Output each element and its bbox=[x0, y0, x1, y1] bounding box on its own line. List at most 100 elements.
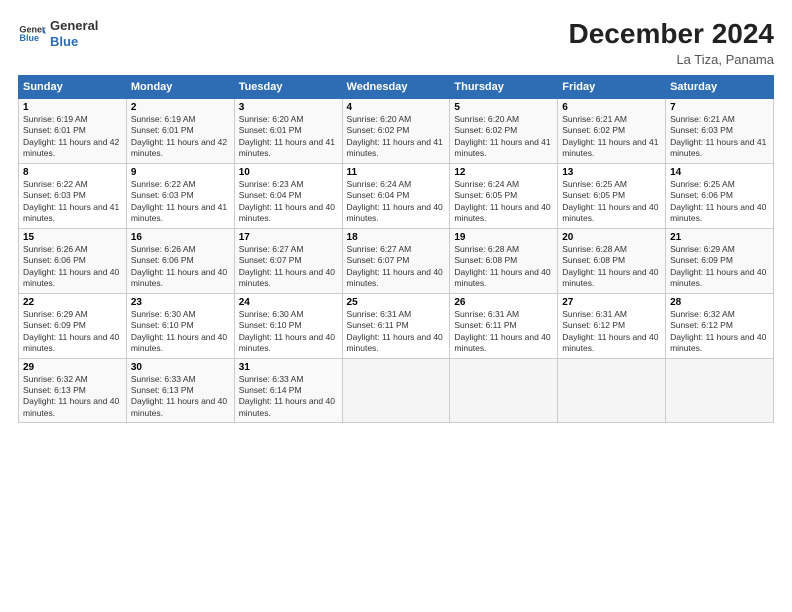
day-info: Sunrise: 6:19 AM Sunset: 6:01 PM Dayligh… bbox=[131, 114, 230, 160]
table-cell bbox=[342, 358, 450, 423]
day-info: Sunrise: 6:28 AM Sunset: 6:08 PM Dayligh… bbox=[454, 244, 553, 290]
table-cell: 4 Sunrise: 6:20 AM Sunset: 6:02 PM Dayli… bbox=[342, 99, 450, 164]
day-number: 26 bbox=[454, 297, 553, 308]
day-number: 18 bbox=[347, 232, 446, 243]
logo-blue: Blue bbox=[50, 34, 98, 50]
day-info: Sunrise: 6:30 AM Sunset: 6:10 PM Dayligh… bbox=[131, 309, 230, 355]
calendar-page: General Blue General Blue December 2024 … bbox=[0, 0, 792, 612]
day-info: Sunrise: 6:31 AM Sunset: 6:12 PM Dayligh… bbox=[562, 309, 661, 355]
day-info: Sunrise: 6:26 AM Sunset: 6:06 PM Dayligh… bbox=[23, 244, 122, 290]
day-info: Sunrise: 6:19 AM Sunset: 6:01 PM Dayligh… bbox=[23, 114, 122, 160]
table-cell: 11 Sunrise: 6:24 AM Sunset: 6:04 PM Dayl… bbox=[342, 163, 450, 228]
table-cell: 24 Sunrise: 6:30 AM Sunset: 6:10 PM Dayl… bbox=[234, 293, 342, 358]
day-info: Sunrise: 6:20 AM Sunset: 6:02 PM Dayligh… bbox=[454, 114, 553, 160]
day-number: 31 bbox=[239, 362, 338, 373]
table-cell: 26 Sunrise: 6:31 AM Sunset: 6:11 PM Dayl… bbox=[450, 293, 558, 358]
col-friday: Friday bbox=[558, 76, 666, 99]
col-monday: Monday bbox=[126, 76, 234, 99]
table-row: 29 Sunrise: 6:32 AM Sunset: 6:13 PM Dayl… bbox=[19, 358, 774, 423]
day-info: Sunrise: 6:24 AM Sunset: 6:04 PM Dayligh… bbox=[347, 179, 446, 225]
day-number: 2 bbox=[131, 102, 230, 113]
day-number: 5 bbox=[454, 102, 553, 113]
day-info: Sunrise: 6:29 AM Sunset: 6:09 PM Dayligh… bbox=[23, 309, 122, 355]
table-cell: 9 Sunrise: 6:22 AM Sunset: 6:03 PM Dayli… bbox=[126, 163, 234, 228]
day-info: Sunrise: 6:21 AM Sunset: 6:02 PM Dayligh… bbox=[562, 114, 661, 160]
day-number: 7 bbox=[670, 102, 769, 113]
table-cell: 21 Sunrise: 6:29 AM Sunset: 6:09 PM Dayl… bbox=[666, 228, 774, 293]
day-info: Sunrise: 6:25 AM Sunset: 6:05 PM Dayligh… bbox=[562, 179, 661, 225]
header: General Blue General Blue December 2024 … bbox=[18, 18, 774, 67]
title-block: December 2024 La Tiza, Panama bbox=[569, 18, 774, 67]
calendar-table: Sunday Monday Tuesday Wednesday Thursday… bbox=[18, 75, 774, 423]
table-row: 15 Sunrise: 6:26 AM Sunset: 6:06 PM Dayl… bbox=[19, 228, 774, 293]
day-number: 20 bbox=[562, 232, 661, 243]
day-number: 11 bbox=[347, 167, 446, 178]
table-row: 8 Sunrise: 6:22 AM Sunset: 6:03 PM Dayli… bbox=[19, 163, 774, 228]
table-cell bbox=[666, 358, 774, 423]
table-cell: 1 Sunrise: 6:19 AM Sunset: 6:01 PM Dayli… bbox=[19, 99, 127, 164]
day-info: Sunrise: 6:22 AM Sunset: 6:03 PM Dayligh… bbox=[23, 179, 122, 225]
day-info: Sunrise: 6:28 AM Sunset: 6:08 PM Dayligh… bbox=[562, 244, 661, 290]
table-cell: 17 Sunrise: 6:27 AM Sunset: 6:07 PM Dayl… bbox=[234, 228, 342, 293]
day-info: Sunrise: 6:27 AM Sunset: 6:07 PM Dayligh… bbox=[347, 244, 446, 290]
day-info: Sunrise: 6:31 AM Sunset: 6:11 PM Dayligh… bbox=[347, 309, 446, 355]
table-cell bbox=[450, 358, 558, 423]
table-cell: 29 Sunrise: 6:32 AM Sunset: 6:13 PM Dayl… bbox=[19, 358, 127, 423]
table-cell: 16 Sunrise: 6:26 AM Sunset: 6:06 PM Dayl… bbox=[126, 228, 234, 293]
logo: General Blue General Blue bbox=[18, 18, 98, 49]
day-info: Sunrise: 6:24 AM Sunset: 6:05 PM Dayligh… bbox=[454, 179, 553, 225]
day-number: 1 bbox=[23, 102, 122, 113]
day-number: 28 bbox=[670, 297, 769, 308]
day-number: 4 bbox=[347, 102, 446, 113]
day-number: 30 bbox=[131, 362, 230, 373]
table-cell: 7 Sunrise: 6:21 AM Sunset: 6:03 PM Dayli… bbox=[666, 99, 774, 164]
table-cell: 6 Sunrise: 6:21 AM Sunset: 6:02 PM Dayli… bbox=[558, 99, 666, 164]
day-info: Sunrise: 6:31 AM Sunset: 6:11 PM Dayligh… bbox=[454, 309, 553, 355]
table-row: 1 Sunrise: 6:19 AM Sunset: 6:01 PM Dayli… bbox=[19, 99, 774, 164]
day-info: Sunrise: 6:32 AM Sunset: 6:13 PM Dayligh… bbox=[23, 374, 122, 420]
day-info: Sunrise: 6:25 AM Sunset: 6:06 PM Dayligh… bbox=[670, 179, 769, 225]
table-cell: 10 Sunrise: 6:23 AM Sunset: 6:04 PM Dayl… bbox=[234, 163, 342, 228]
col-sunday: Sunday bbox=[19, 76, 127, 99]
logo-icon: General Blue bbox=[18, 20, 46, 48]
logo-general: General bbox=[50, 18, 98, 34]
col-wednesday: Wednesday bbox=[342, 76, 450, 99]
day-info: Sunrise: 6:29 AM Sunset: 6:09 PM Dayligh… bbox=[670, 244, 769, 290]
day-number: 21 bbox=[670, 232, 769, 243]
month-title: December 2024 bbox=[569, 18, 774, 50]
table-cell: 14 Sunrise: 6:25 AM Sunset: 6:06 PM Dayl… bbox=[666, 163, 774, 228]
day-info: Sunrise: 6:27 AM Sunset: 6:07 PM Dayligh… bbox=[239, 244, 338, 290]
table-cell: 23 Sunrise: 6:30 AM Sunset: 6:10 PM Dayl… bbox=[126, 293, 234, 358]
location: La Tiza, Panama bbox=[569, 52, 774, 67]
day-info: Sunrise: 6:23 AM Sunset: 6:04 PM Dayligh… bbox=[239, 179, 338, 225]
day-number: 22 bbox=[23, 297, 122, 308]
table-cell: 28 Sunrise: 6:32 AM Sunset: 6:12 PM Dayl… bbox=[666, 293, 774, 358]
day-info: Sunrise: 6:20 AM Sunset: 6:01 PM Dayligh… bbox=[239, 114, 338, 160]
day-info: Sunrise: 6:32 AM Sunset: 6:12 PM Dayligh… bbox=[670, 309, 769, 355]
table-cell: 18 Sunrise: 6:27 AM Sunset: 6:07 PM Dayl… bbox=[342, 228, 450, 293]
day-number: 17 bbox=[239, 232, 338, 243]
day-number: 25 bbox=[347, 297, 446, 308]
table-cell: 20 Sunrise: 6:28 AM Sunset: 6:08 PM Dayl… bbox=[558, 228, 666, 293]
table-cell: 3 Sunrise: 6:20 AM Sunset: 6:01 PM Dayli… bbox=[234, 99, 342, 164]
table-cell: 30 Sunrise: 6:33 AM Sunset: 6:13 PM Dayl… bbox=[126, 358, 234, 423]
table-cell: 13 Sunrise: 6:25 AM Sunset: 6:05 PM Dayl… bbox=[558, 163, 666, 228]
svg-text:Blue: Blue bbox=[19, 33, 39, 43]
day-number: 10 bbox=[239, 167, 338, 178]
col-tuesday: Tuesday bbox=[234, 76, 342, 99]
day-number: 9 bbox=[131, 167, 230, 178]
day-number: 3 bbox=[239, 102, 338, 113]
day-info: Sunrise: 6:33 AM Sunset: 6:13 PM Dayligh… bbox=[131, 374, 230, 420]
day-number: 6 bbox=[562, 102, 661, 113]
table-cell: 22 Sunrise: 6:29 AM Sunset: 6:09 PM Dayl… bbox=[19, 293, 127, 358]
day-number: 19 bbox=[454, 232, 553, 243]
day-number: 14 bbox=[670, 167, 769, 178]
header-row: Sunday Monday Tuesday Wednesday Thursday… bbox=[19, 76, 774, 99]
day-number: 29 bbox=[23, 362, 122, 373]
table-cell: 2 Sunrise: 6:19 AM Sunset: 6:01 PM Dayli… bbox=[126, 99, 234, 164]
day-number: 16 bbox=[131, 232, 230, 243]
table-cell: 27 Sunrise: 6:31 AM Sunset: 6:12 PM Dayl… bbox=[558, 293, 666, 358]
day-number: 13 bbox=[562, 167, 661, 178]
table-cell: 12 Sunrise: 6:24 AM Sunset: 6:05 PM Dayl… bbox=[450, 163, 558, 228]
day-info: Sunrise: 6:33 AM Sunset: 6:14 PM Dayligh… bbox=[239, 374, 338, 420]
